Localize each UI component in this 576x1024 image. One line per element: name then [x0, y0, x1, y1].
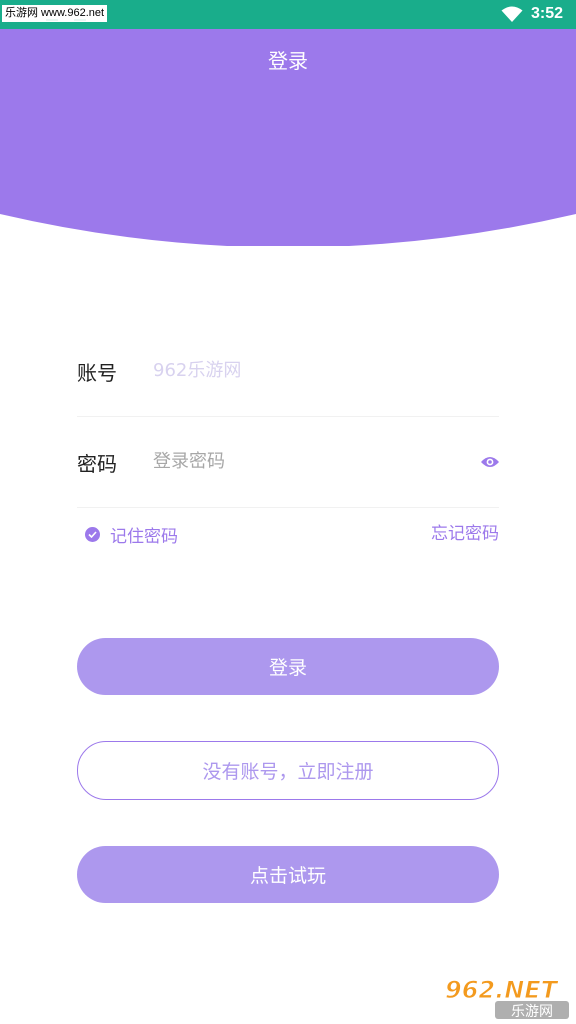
login-button[interactable]: 登录 — [77, 638, 499, 695]
status-time: 3:52 — [531, 5, 564, 22]
forgot-password-link[interactable]: 忘记密码 — [431, 522, 499, 546]
password-label: 密码 — [77, 452, 117, 476]
trial-play-button[interactable]: 点击试玩 — [77, 846, 499, 903]
page-title: 登录 — [268, 49, 308, 73]
notification-icon — [74, 19, 86, 21]
watermark-logo: 962.NET 乐游网 — [445, 976, 569, 1020]
remember-password-label: 记住密码 — [110, 526, 178, 547]
check-icon — [85, 526, 100, 542]
notification-icon — [46, 19, 58, 21]
register-button[interactable]: 没有账号，立即注册 — [77, 741, 499, 800]
eye-icon[interactable] — [480, 455, 500, 469]
account-input[interactable] — [153, 355, 453, 385]
password-input[interactable] — [153, 446, 453, 476]
account-label: 账号 — [77, 361, 117, 385]
remember-password-checkbox[interactable]: 记住密码 — [85, 522, 178, 547]
password-divider — [77, 507, 499, 508]
wifi-icon — [501, 6, 523, 22]
account-divider — [77, 416, 499, 417]
watermark-logo-text: 乐游网 — [511, 1004, 553, 1020]
status-bar: 乐游网 www.962.net 3:52 — [0, 0, 576, 29]
watermark-logo-number: 962.NET — [445, 976, 559, 1004]
header-curve — [0, 96, 576, 246]
app-header: 登录 — [0, 29, 576, 97]
